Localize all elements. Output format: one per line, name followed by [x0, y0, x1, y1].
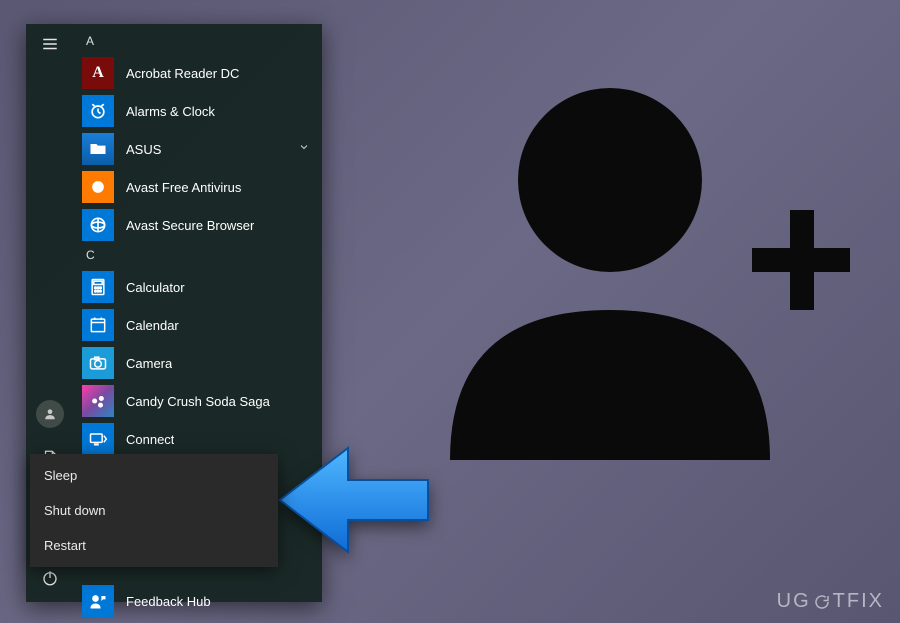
- power-shutdown[interactable]: Shut down: [30, 493, 278, 528]
- watermark-left: UG: [777, 590, 811, 613]
- app-item-acrobat[interactable]: A Acrobat Reader DC: [76, 54, 318, 92]
- hamburger-icon[interactable]: [40, 34, 60, 54]
- app-item-calendar[interactable]: Calendar: [76, 306, 318, 344]
- app-label: Candy Crush Soda Saga: [126, 394, 270, 409]
- app-label: Calculator: [126, 280, 185, 295]
- app-label: Connect: [126, 432, 174, 447]
- app-label: Feedback Hub: [126, 594, 211, 609]
- camera-icon: [82, 347, 114, 379]
- calculator-icon: [82, 271, 114, 303]
- power-icon[interactable]: [40, 568, 60, 588]
- candy-crush-icon: [82, 385, 114, 417]
- app-label: Alarms & Clock: [126, 104, 215, 119]
- app-label: Avast Free Antivirus: [126, 180, 241, 195]
- feedback-hub-icon: [82, 585, 114, 617]
- app-item-calculator[interactable]: Calculator: [76, 268, 318, 306]
- app-item-candy[interactable]: Candy Crush Soda Saga: [76, 382, 318, 420]
- app-label: Avast Secure Browser: [126, 218, 254, 233]
- app-item-avast-free[interactable]: Avast Free Antivirus: [76, 168, 318, 206]
- watermark: UG TFIX: [777, 590, 884, 613]
- connect-icon: [82, 423, 114, 455]
- avast-browser-icon: [82, 209, 114, 241]
- add-user-illustration: [410, 60, 850, 480]
- section-header-A[interactable]: A: [76, 30, 318, 54]
- app-item-alarms[interactable]: Alarms & Clock: [76, 92, 318, 130]
- power-restart[interactable]: Restart: [30, 528, 278, 563]
- power-sleep[interactable]: Sleep: [30, 458, 278, 493]
- app-item-avast-browser[interactable]: Avast Secure Browser: [76, 206, 318, 244]
- app-label: Calendar: [126, 318, 179, 333]
- app-label: Acrobat Reader DC: [126, 66, 239, 81]
- section-header-C[interactable]: C: [76, 244, 318, 268]
- calendar-icon: [82, 309, 114, 341]
- app-item-camera[interactable]: Camera: [76, 344, 318, 382]
- watermark-refresh-icon: [812, 593, 832, 611]
- app-label: Camera: [126, 356, 172, 371]
- watermark-right: TFIX: [833, 590, 884, 613]
- annotation-arrow-icon: [268, 430, 438, 570]
- acrobat-icon: A: [82, 57, 114, 89]
- app-item-asus[interactable]: ASUS: [76, 130, 318, 168]
- chevron-down-icon: [298, 140, 310, 158]
- asus-folder-icon: [82, 133, 114, 165]
- alarms-icon: [82, 95, 114, 127]
- app-label: ASUS: [126, 142, 161, 157]
- user-account-icon[interactable]: [36, 400, 64, 428]
- avast-icon: [82, 171, 114, 203]
- app-item-feedback[interactable]: Feedback Hub: [76, 582, 318, 620]
- power-context-menu: Sleep Shut down Restart: [30, 454, 278, 567]
